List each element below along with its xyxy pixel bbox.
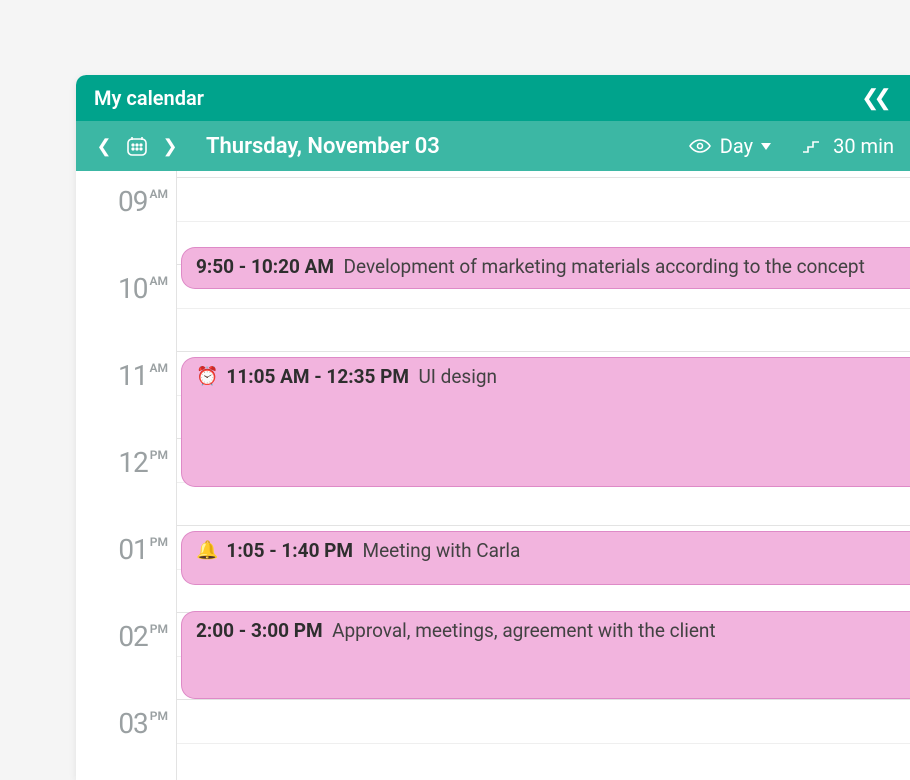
calendar-event[interactable]: 2:00 - 3:00 PM Approval, meetings, agree… bbox=[181, 611, 910, 699]
hour-ampm: PM bbox=[150, 535, 168, 549]
hour-label: 03PM bbox=[118, 707, 168, 740]
eye-icon bbox=[688, 134, 712, 158]
hour-number: 11 bbox=[118, 359, 147, 392]
hour-number: 09 bbox=[118, 185, 147, 218]
event-title: Meeting with Carla bbox=[363, 539, 521, 562]
hour-label: 09AM bbox=[118, 185, 168, 218]
gridline-half bbox=[177, 221, 910, 222]
hour-ampm: PM bbox=[150, 448, 168, 462]
hour-label: 12PM bbox=[118, 446, 168, 479]
hour-ampm: PM bbox=[150, 622, 168, 636]
view-picker[interactable]: Day bbox=[688, 134, 771, 158]
event-time: 2:00 - 3:00 PM bbox=[196, 619, 323, 642]
calendar-grid[interactable]: 9:50 - 10:20 AM Development of marketing… bbox=[176, 171, 910, 780]
collapse-panel-button[interactable]: ❮❮ bbox=[861, 86, 892, 111]
calendar-event[interactable]: ⏰ 11:05 AM - 12:35 PM UI design bbox=[181, 357, 910, 487]
hour-ampm: AM bbox=[149, 187, 168, 201]
event-time: 9:50 - 10:20 AM bbox=[196, 255, 334, 278]
interval-picker[interactable]: 30 min bbox=[799, 134, 894, 158]
calendar-event[interactable]: 🔔 1:05 - 1:40 PM Meeting with Carla bbox=[181, 531, 910, 585]
current-date: Thursday, November 03 bbox=[206, 134, 440, 159]
hour-label: 10AM bbox=[118, 272, 168, 305]
hour-label: 02PM bbox=[118, 620, 168, 653]
event-text: 9:50 - 10:20 AM Development of marketing… bbox=[196, 254, 865, 280]
calendar-body: 09AM10AM11AM12PM01PM02PM03PM 9:50 - 10:2… bbox=[76, 171, 910, 780]
gridline-hour bbox=[177, 351, 910, 352]
event-title: Development of marketing materials accor… bbox=[344, 255, 865, 278]
step-icon bbox=[799, 134, 823, 158]
header-bar: My calendar ❮❮ bbox=[76, 75, 910, 121]
hour-number: 02 bbox=[118, 620, 147, 653]
hour-ampm: PM bbox=[150, 709, 168, 723]
calendar-event[interactable]: 9:50 - 10:20 AM Development of marketing… bbox=[181, 247, 910, 289]
gridline-hour bbox=[177, 525, 910, 526]
event-title: Approval, meetings, agreement with the c… bbox=[332, 619, 716, 642]
caret-down-icon bbox=[761, 143, 771, 150]
event-title: UI design bbox=[418, 365, 497, 388]
prev-day-button[interactable]: ❮ bbox=[92, 134, 116, 158]
next-day-button[interactable]: ❯ bbox=[158, 134, 182, 158]
hour-label: 01PM bbox=[118, 533, 168, 566]
event-time: 11:05 AM - 12:35 PM bbox=[226, 365, 409, 388]
view-label: Day bbox=[720, 134, 753, 158]
calendar-app: My calendar ❮❮ ❮ ❯ Thursday, November 03 bbox=[76, 75, 910, 780]
hour-number: 12 bbox=[118, 446, 147, 479]
interval-label: 30 min bbox=[833, 134, 894, 158]
hour-ampm: AM bbox=[149, 361, 168, 375]
app-title: My calendar bbox=[94, 86, 204, 110]
hour-number: 10 bbox=[118, 272, 147, 305]
event-time: 1:05 - 1:40 PM bbox=[226, 539, 353, 562]
event-text: 11:05 AM - 12:35 PM UI design bbox=[226, 364, 497, 390]
event-reminder-icon: 🔔 bbox=[196, 539, 218, 563]
event-text: 1:05 - 1:40 PM Meeting with Carla bbox=[226, 538, 520, 564]
toolbar: ❮ ❯ Thursday, November 03 bbox=[76, 121, 910, 171]
hour-ampm: AM bbox=[149, 274, 168, 288]
gridline-hour bbox=[177, 177, 910, 178]
hour-number: 01 bbox=[118, 533, 147, 566]
event-reminder-icon: ⏰ bbox=[196, 365, 218, 389]
time-gutter: 09AM10AM11AM12PM01PM02PM03PM bbox=[76, 171, 176, 780]
calendar-icon[interactable] bbox=[124, 133, 150, 159]
gridline-hour bbox=[177, 699, 910, 700]
gridline-half bbox=[177, 308, 910, 309]
gridline-half bbox=[177, 743, 910, 744]
hour-label: 11AM bbox=[118, 359, 168, 392]
event-text: 2:00 - 3:00 PM Approval, meetings, agree… bbox=[196, 618, 716, 644]
hour-number: 03 bbox=[118, 707, 147, 740]
